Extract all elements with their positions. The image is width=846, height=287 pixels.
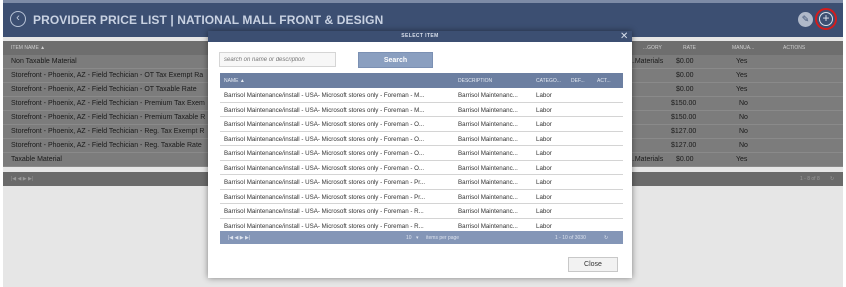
cell-description: Barrisol Maintenanc... bbox=[458, 179, 518, 186]
column-name[interactable]: NAME ▲ bbox=[224, 78, 245, 84]
cell-manual: No bbox=[739, 100, 748, 107]
cell-rate: $150.00 bbox=[671, 100, 697, 107]
back-icon[interactable]: ‹ bbox=[10, 11, 26, 27]
cell-manual: No bbox=[739, 142, 748, 149]
dialog-table-header: NAME ▲ DESCRIPTION CATEGO... DEF... ACT.… bbox=[220, 73, 623, 88]
column-item-name[interactable]: ITEM NAME ▲ bbox=[11, 45, 45, 51]
list-item[interactable]: Barrisol Maintenance/install - USA- Micr… bbox=[220, 146, 623, 161]
cell-name: Barrisol Maintenance/install - USA- Micr… bbox=[224, 208, 424, 215]
tag-icon[interactable]: ✎ bbox=[798, 12, 813, 27]
cell-rate: $0.00 bbox=[676, 86, 694, 93]
page-size-select[interactable]: 10 bbox=[406, 235, 412, 241]
cell-manual: Yes bbox=[736, 156, 748, 163]
cell-rate: $0.00 bbox=[676, 72, 694, 79]
cell-category: Labor bbox=[536, 193, 552, 201]
list-item[interactable]: Barrisol Maintenance/install - USA- Micr… bbox=[220, 131, 623, 146]
list-item[interactable]: Barrisol Maintenance/install - USA- Micr… bbox=[220, 117, 623, 132]
cell-category: Labor bbox=[536, 106, 552, 114]
refresh-icon[interactable]: ↻ bbox=[830, 176, 834, 182]
cell-name: Storefront - Phoenix, AZ - Field Techici… bbox=[11, 128, 205, 135]
column-actions: ACTIONS bbox=[783, 45, 806, 51]
column-category[interactable]: ...GORY bbox=[643, 45, 662, 51]
refresh-icon[interactable]: ↻ bbox=[604, 235, 608, 241]
cell-manual: Yes bbox=[736, 58, 748, 65]
cell-category: Labor bbox=[536, 208, 552, 215]
list-item[interactable]: Barrisol Maintenance/install - USA- Micr… bbox=[220, 175, 623, 190]
column-category[interactable]: CATEGO... bbox=[536, 78, 561, 84]
cell-manual: Yes bbox=[736, 72, 748, 79]
cell-description: Barrisol Maintenanc... bbox=[458, 121, 518, 128]
cell-name: Storefront - Phoenix, AZ - Field Techici… bbox=[11, 72, 204, 79]
cell-category: Labor bbox=[536, 164, 552, 172]
page-size-label: items per page bbox=[426, 235, 460, 241]
close-icon[interactable]: ✕ bbox=[620, 31, 628, 42]
column-manual[interactable]: MANUA... bbox=[732, 45, 754, 51]
cell-name: Barrisol Maintenance/install - USA- Micr… bbox=[224, 150, 425, 157]
cell-description: Barrisol Maintenanc... bbox=[458, 92, 518, 99]
list-item[interactable]: Barrisol Maintenance/install - USA- Micr… bbox=[220, 88, 623, 103]
cell-name: Storefront - Phoenix, AZ - Field Techici… bbox=[11, 142, 202, 149]
cell-rate: $0.00 bbox=[676, 58, 694, 65]
cell-description: Barrisol Maintenanc... bbox=[458, 193, 518, 201]
cell-rate: $0.00 bbox=[676, 156, 694, 163]
select-item-dialog: SELECT ITEM ✕ Search NAME ▲ DESCRIPTION … bbox=[208, 31, 632, 278]
cell-name: Barrisol Maintenance/install - USA- Micr… bbox=[224, 106, 425, 114]
dialog-table-body: Barrisol Maintenance/install - USA- Micr… bbox=[220, 88, 623, 233]
page-title: PROVIDER PRICE LIST | NATIONAL MALL FRON… bbox=[33, 13, 384, 27]
cell-category: ...Materials bbox=[629, 58, 664, 65]
list-item[interactable]: Barrisol Maintenance/install - USA- Micr… bbox=[220, 189, 623, 204]
cell-rate: $127.00 bbox=[671, 128, 697, 135]
dialog-pager: |◀ ◀ ▶ ▶| 10 ▾ items per page 1 - 10 of … bbox=[220, 231, 623, 244]
cell-name: Barrisol Maintenance/install - USA- Micr… bbox=[224, 179, 426, 186]
list-item[interactable]: Barrisol Maintenance/install - USA- Micr… bbox=[220, 160, 623, 175]
grid-pager-info: 1 - 8 of 8 bbox=[800, 176, 820, 182]
column-active[interactable]: ACT... bbox=[597, 78, 611, 84]
dialog-pager-nav[interactable]: |◀ ◀ ▶ ▶| bbox=[228, 235, 250, 241]
dialog-pager-info: 1 - 10 of 3030 bbox=[555, 235, 586, 241]
column-description[interactable]: DESCRIPTION bbox=[458, 78, 492, 84]
cell-category: Labor bbox=[536, 92, 552, 99]
cell-manual: No bbox=[739, 128, 748, 135]
cell-name: Barrisol Maintenance/install - USA- Micr… bbox=[224, 92, 425, 99]
cell-rate: $127.00 bbox=[671, 142, 697, 149]
cell-name: Storefront - Phoenix, AZ - Field Techici… bbox=[11, 100, 205, 107]
cell-name: Barrisol Maintenance/install - USA- Micr… bbox=[224, 164, 425, 172]
cell-category: Labor bbox=[536, 179, 552, 186]
cell-name: Barrisol Maintenance/install - USA- Micr… bbox=[224, 222, 424, 230]
close-button[interactable]: Close bbox=[568, 257, 618, 272]
cell-name: Barrisol Maintenance/install - USA- Micr… bbox=[224, 193, 426, 201]
cell-name: Barrisol Maintenance/install - USA- Micr… bbox=[224, 135, 425, 143]
cell-category: ...Materials bbox=[629, 156, 664, 163]
cell-category: Labor bbox=[536, 150, 552, 157]
list-item[interactable]: Barrisol Maintenance/install - USA- Micr… bbox=[220, 102, 623, 117]
search-button[interactable]: Search bbox=[358, 52, 433, 68]
chevron-down-icon[interactable]: ▾ bbox=[416, 235, 419, 241]
cell-name: Non Taxable Material bbox=[11, 58, 77, 65]
grid-pager-nav[interactable]: |◀ ◀ ▶ ▶| bbox=[11, 176, 33, 182]
cell-name: Barrisol Maintenance/install - USA- Micr… bbox=[224, 121, 425, 128]
search-input[interactable] bbox=[219, 52, 336, 67]
cell-name: Storefront - Phoenix, AZ - Field Techici… bbox=[11, 114, 206, 121]
cell-manual: No bbox=[739, 114, 748, 121]
cell-description: Barrisol Maintenanc... bbox=[458, 135, 518, 143]
cell-category: Labor bbox=[536, 222, 552, 230]
column-default[interactable]: DEF... bbox=[571, 78, 585, 84]
cell-description: Barrisol Maintenanc... bbox=[458, 106, 518, 114]
cell-category: Labor bbox=[536, 135, 552, 143]
cell-manual: Yes bbox=[736, 86, 748, 93]
cell-category: Labor bbox=[536, 121, 552, 128]
cell-name: Storefront - Phoenix, AZ - Field Techici… bbox=[11, 86, 197, 93]
cell-description: Barrisol Maintenanc... bbox=[458, 150, 518, 157]
cell-description: Barrisol Maintenanc... bbox=[458, 208, 518, 215]
cell-description: Barrisol Maintenanc... bbox=[458, 164, 518, 172]
list-item[interactable]: Barrisol Maintenance/install - USA- Micr… bbox=[220, 204, 623, 219]
cell-description: Barrisol Maintenanc... bbox=[458, 222, 518, 230]
dialog-title: SELECT ITEM bbox=[208, 31, 632, 42]
cell-name: Taxable Material bbox=[11, 156, 62, 163]
cell-rate: $150.00 bbox=[671, 114, 697, 121]
add-item-icon[interactable]: + bbox=[819, 12, 833, 26]
column-rate[interactable]: RATE bbox=[683, 45, 696, 51]
